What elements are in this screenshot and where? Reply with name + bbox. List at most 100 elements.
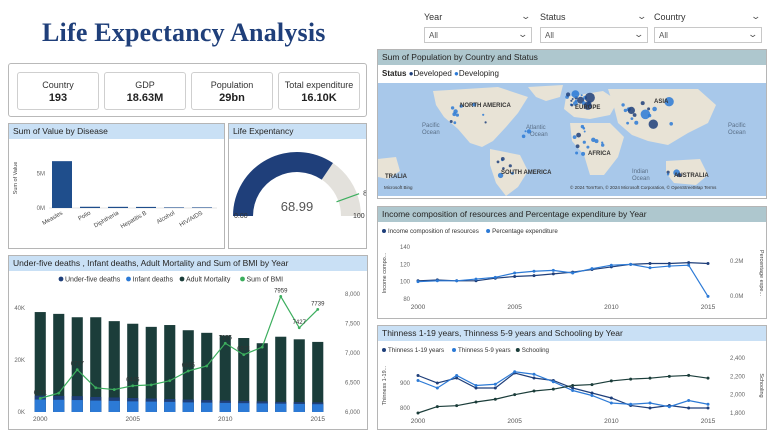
country-bubble[interactable] — [575, 144, 580, 149]
country-bubble[interactable] — [570, 99, 573, 102]
series-point[interactable] — [609, 401, 613, 405]
series-point[interactable] — [629, 402, 633, 406]
income-line-chart[interactable]: Income composition of resources Percentag… — [378, 223, 766, 319]
bar-measles[interactable] — [52, 161, 72, 208]
bmi-point[interactable] — [131, 384, 135, 388]
legend-item-developed[interactable]: Developed — [414, 69, 452, 78]
country-bubble[interactable] — [632, 113, 637, 117]
income-chart-visual[interactable]: Income composition of resources and Perc… — [377, 206, 767, 319]
series-point[interactable] — [532, 389, 536, 393]
country-bubble[interactable] — [508, 164, 512, 168]
country-bubble[interactable] — [574, 99, 578, 103]
country-bubble[interactable] — [500, 157, 505, 161]
legend-item[interactable]: Schooling — [522, 347, 550, 354]
series-point[interactable] — [687, 261, 691, 265]
bar-diphtheria[interactable] — [108, 206, 128, 208]
country-bubble[interactable] — [581, 151, 586, 156]
bar-infant-deaths[interactable] — [145, 401, 157, 412]
mortality-chart-visual[interactable]: Under-five deaths , Infant deaths, Adult… — [8, 255, 368, 430]
population-map-visual[interactable]: Sum of Population by Country and Status … — [377, 49, 767, 199]
series-point[interactable] — [590, 267, 594, 271]
country-bubble[interactable] — [571, 98, 574, 100]
series-point[interactable] — [513, 274, 517, 278]
series-point[interactable] — [416, 280, 420, 284]
country-bubble[interactable] — [449, 120, 453, 123]
series-point[interactable] — [667, 264, 671, 268]
series-point[interactable] — [551, 387, 555, 391]
country-bubble[interactable] — [453, 121, 457, 125]
status-dropdown[interactable]: All ⌄ — [540, 27, 648, 43]
series-point[interactable] — [609, 379, 613, 383]
bar-infant-deaths[interactable] — [219, 402, 231, 412]
bmi-point[interactable] — [223, 341, 227, 345]
bar-polio[interactable] — [80, 206, 100, 208]
country-bubble[interactable] — [623, 108, 628, 113]
country-bubble[interactable] — [594, 139, 599, 144]
series-point[interactable] — [667, 374, 671, 378]
country-bubble[interactable] — [580, 94, 583, 97]
country-bubble[interactable] — [586, 145, 590, 149]
bar-infant-deaths[interactable] — [127, 401, 139, 412]
thinness-line-chart[interactable]: Thinness 1-19 years Thinness 5-9 years Sch… — [378, 342, 766, 430]
bar-infant-deaths[interactable] — [71, 400, 83, 412]
series-point[interactable] — [687, 373, 691, 377]
mortality-combo-chart[interactable]: Under-five deaths Infant deaths Adult Mort… — [9, 272, 367, 430]
legend-item[interactable]: Under-five deaths — [65, 277, 121, 284]
series-point[interactable] — [706, 294, 710, 298]
series-point[interactable] — [493, 382, 497, 386]
bar-infant-deaths[interactable] — [182, 402, 194, 412]
world-map[interactable]: NORTH AMERICA EUROPE ASIA AFRICA SOUTH A… — [378, 83, 766, 196]
series-point[interactable] — [571, 271, 575, 275]
chevron-down-icon[interactable]: ⌄ — [521, 11, 532, 22]
series-point[interactable] — [648, 406, 652, 410]
bar-infant-deaths[interactable] — [275, 403, 287, 412]
series-point[interactable] — [435, 386, 439, 390]
series-point[interactable] — [474, 400, 478, 404]
country-bubble[interactable] — [640, 101, 645, 106]
series-point[interactable] — [532, 376, 536, 380]
bar-hepatitisb[interactable] — [136, 206, 156, 208]
country-bubble[interactable] — [455, 113, 459, 117]
bar-infant-deaths[interactable] — [201, 402, 213, 412]
country-bubble[interactable] — [583, 130, 586, 133]
country-bubble[interactable] — [601, 141, 604, 144]
bar-infant-deaths[interactable] — [238, 403, 250, 412]
series-point[interactable] — [648, 266, 652, 270]
series-point[interactable] — [648, 261, 652, 265]
series-point[interactable] — [455, 279, 459, 283]
series-point[interactable] — [551, 268, 555, 272]
country-bubble[interactable] — [482, 113, 485, 116]
series-point[interactable] — [667, 405, 671, 409]
chevron-down-icon[interactable]: ⌄ — [751, 11, 762, 22]
bmi-point[interactable] — [57, 391, 61, 395]
country-bubble[interactable] — [566, 92, 571, 97]
disease-chart-visual[interactable]: Sum of Value by Disease Sum of Value 0M 5M… — [8, 123, 225, 249]
bmi-point[interactable] — [316, 307, 320, 311]
series-point[interactable] — [629, 262, 633, 266]
country-bubble[interactable] — [582, 140, 586, 144]
bmi-point[interactable] — [205, 364, 209, 368]
country-bubble[interactable] — [572, 135, 577, 139]
life-expectancy-visual[interactable]: Life Expentancy 68.99 0.00 100 89.00 — [228, 123, 367, 249]
bar-infant-deaths[interactable] — [293, 403, 305, 412]
series-point[interactable] — [706, 406, 710, 410]
bar-infant-deaths[interactable] — [108, 400, 120, 412]
series-point[interactable] — [687, 263, 691, 267]
bmi-point[interactable] — [242, 353, 246, 357]
country-bubble[interactable] — [626, 121, 629, 125]
series-point[interactable] — [435, 405, 439, 409]
country-bubble[interactable] — [647, 113, 652, 118]
series-point[interactable] — [532, 372, 536, 376]
country-bubble[interactable] — [453, 109, 458, 114]
bar-adult-mortality[interactable] — [164, 325, 176, 412]
series-point[interactable] — [551, 272, 555, 276]
bmi-point[interactable] — [94, 386, 98, 390]
year-dropdown[interactable]: All ⌄ — [424, 27, 532, 43]
series-point[interactable] — [493, 275, 497, 279]
country-bubble[interactable] — [484, 121, 487, 124]
series-point[interactable] — [706, 402, 710, 406]
series-point[interactable] — [532, 269, 536, 273]
legend-item[interactable]: Income composition of resources — [388, 228, 479, 235]
life-expectancy-gauge[interactable]: 68.99 0.00 100 89.00 — [229, 140, 366, 248]
series-point[interactable] — [474, 384, 478, 387]
